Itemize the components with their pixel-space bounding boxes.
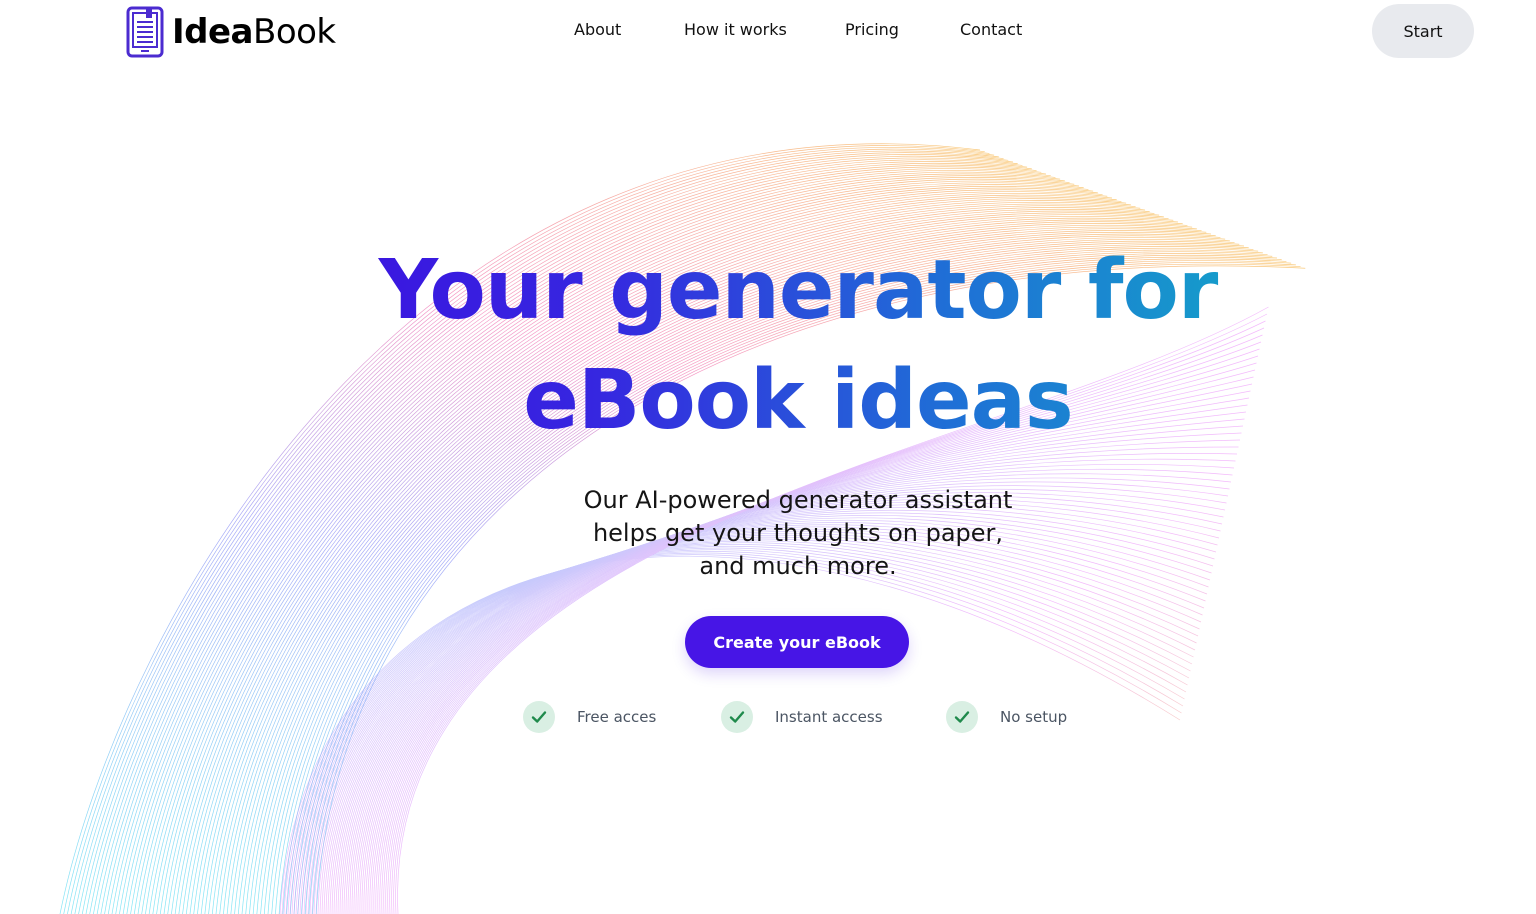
- feature-label: No setup: [1000, 708, 1068, 726]
- create-ebook-button[interactable]: Create your eBook: [685, 616, 909, 668]
- top-navbar: IdeaBook About How it works Pricing Cont…: [0, 0, 1536, 64]
- nav-link-how-it-works[interactable]: How it works: [684, 20, 787, 39]
- feature-instant-access: Instant access: [721, 700, 883, 734]
- hero-section: Your generator for eBook ideas Our AI-po…: [0, 0, 1536, 914]
- brand-name: IdeaBook: [172, 12, 336, 52]
- ebook-icon: [126, 6, 164, 58]
- hero-headline-line2: eBook ideas: [523, 353, 1073, 448]
- feature-no-setup: No setup: [946, 700, 1067, 734]
- hero-subtitle: Our AI-powered generator assistant helps…: [583, 486, 1013, 580]
- check-icon: [721, 701, 753, 733]
- nav-link-contact[interactable]: Contact: [960, 20, 1022, 39]
- hero-headline-line1: Your generator for: [378, 243, 1218, 338]
- brand-logo[interactable]: IdeaBook: [126, 6, 336, 58]
- brand-name-light: Book: [253, 12, 336, 52]
- hero-headline: Your generator for eBook ideas: [300, 236, 1296, 456]
- nav-link-about[interactable]: About: [574, 20, 621, 39]
- feature-label: Instant access: [775, 708, 883, 726]
- start-button[interactable]: Start: [1372, 4, 1474, 58]
- feature-free-access: Free acces: [523, 700, 656, 734]
- check-icon: [523, 701, 555, 733]
- check-icon: [946, 701, 978, 733]
- nav-link-pricing[interactable]: Pricing: [845, 20, 899, 39]
- brand-name-bold: Idea: [172, 12, 254, 52]
- feature-label: Free acces: [577, 708, 657, 726]
